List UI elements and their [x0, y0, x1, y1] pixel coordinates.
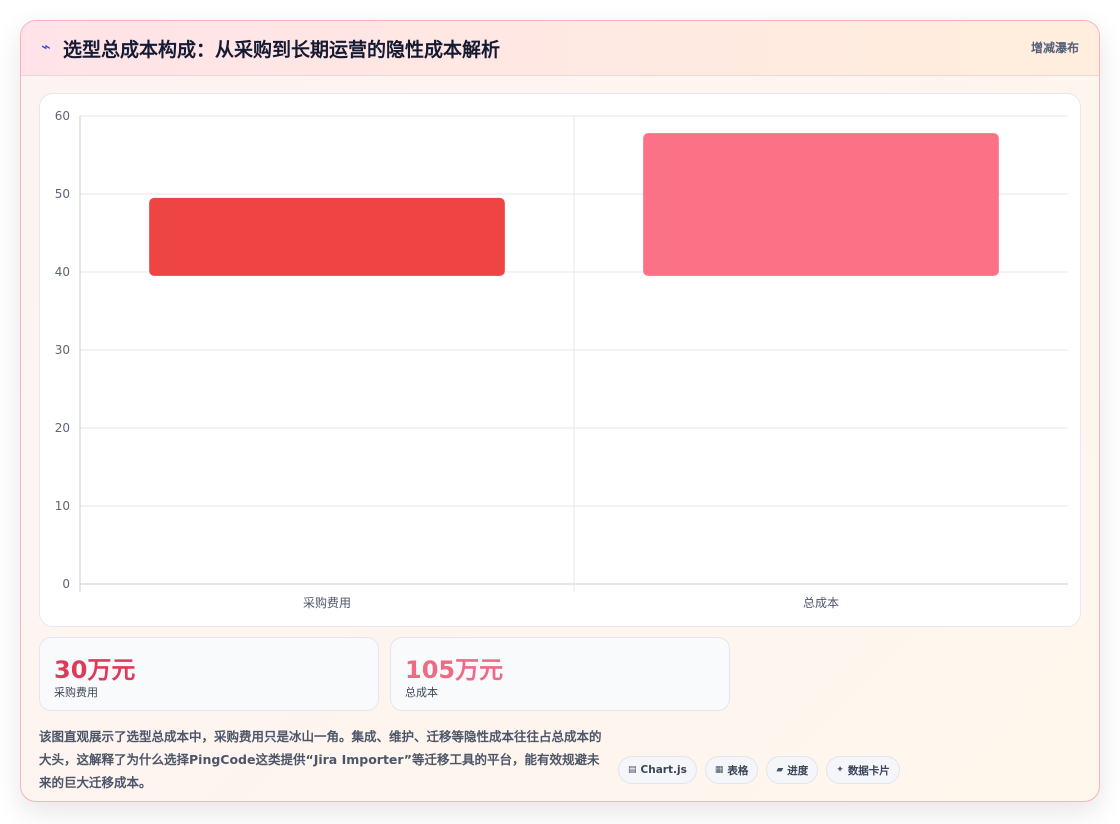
chart-description: 该图直观展示了选型总成本中，采购费用只是冰山一角。集成、维护、迁移等隐性成本往往… [39, 729, 602, 790]
y-tick-label: 60 [55, 109, 70, 123]
stat-card-procurement: 30万元 采购费用 [39, 637, 379, 711]
feature-tags: ▤ Chart.js ▦ 表格 ▰ 进度 ✦ 数据卡片 [618, 756, 900, 784]
tag-label: Chart.js [640, 764, 687, 776]
stat-label: 总成本 [405, 686, 438, 699]
table-icon: ▦ [714, 765, 724, 775]
tag-data-card[interactable]: ✦ 数据卡片 [826, 756, 900, 784]
tag-label: 表格 [727, 764, 749, 777]
chart-icon: ▤ [628, 765, 637, 775]
card-header: ⌁ 选型总成本构成：从采购到长期运营的隐性成本解析 增减瀑布 [21, 21, 1099, 76]
lightning-icon: ⌁ [41, 37, 51, 56]
bar-procurement [149, 197, 505, 276]
stat-card-total-cost: 105万元 总成本 [390, 637, 730, 711]
y-tick-label: 0 [62, 577, 70, 591]
stat-value: 105万元 [405, 656, 504, 684]
tag-label: 进度 [787, 764, 809, 777]
y-tick-label: 30 [55, 343, 70, 357]
x-tick-label: 采购费用 [303, 595, 351, 610]
y-tick-label: 10 [55, 499, 70, 513]
bar-total-cost [643, 133, 999, 276]
chart-type-button[interactable]: 增减瀑布 [1031, 39, 1079, 56]
tag-label: 数据卡片 [847, 764, 890, 777]
sparkle-icon: ✦ [836, 765, 844, 775]
tag-chartjs[interactable]: ▤ Chart.js [618, 756, 697, 784]
tag-table[interactable]: ▦ 表格 [704, 756, 759, 784]
chart-panel: 0 10 20 30 40 50 60 采购费用 总成本 [39, 93, 1081, 627]
y-tick-label: 50 [55, 187, 70, 201]
waterfall-chart: 0 10 20 30 40 50 60 采购费用 总成本 [55, 109, 1068, 610]
x-tick-label: 总成本 [803, 596, 839, 610]
y-tick-label: 20 [55, 421, 70, 435]
chart-title: 选型总成本构成：从采购到长期运营的隐性成本解析 [63, 39, 501, 61]
stat-label: 采购费用 [54, 686, 98, 699]
chart-card: ⌁ 选型总成本构成：从采购到长期运营的隐性成本解析 增减瀑布 0 10 20 30 40… [20, 20, 1100, 802]
progress-icon: ▰ [776, 765, 784, 775]
y-tick-label: 40 [55, 265, 70, 279]
tag-progress[interactable]: ▰ 进度 [766, 756, 819, 784]
stat-value: 30万元 [54, 656, 136, 684]
